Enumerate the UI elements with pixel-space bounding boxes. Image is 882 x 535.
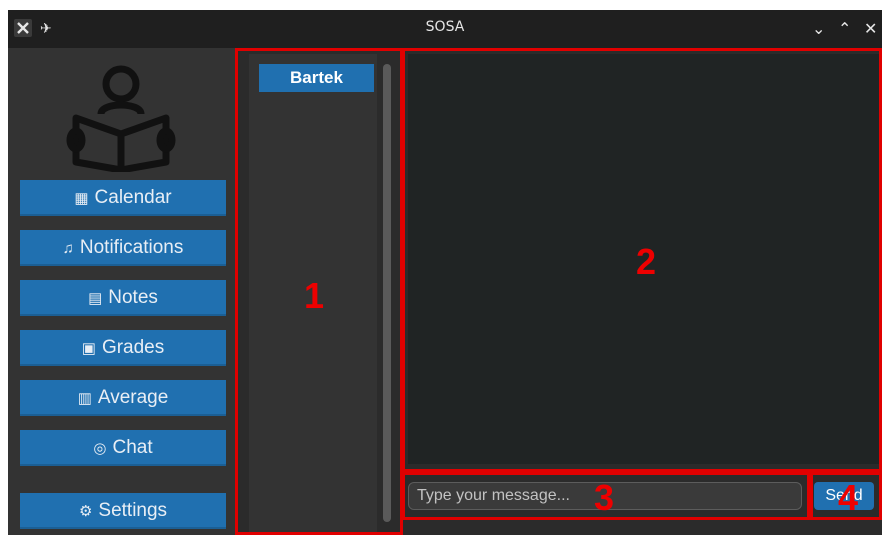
sidebar: ▦ Calendar ♫ Notifications ▤ Notes ▣ Gra… xyxy=(8,48,237,535)
chat-bubbles-icon: ◎ xyxy=(93,440,107,457)
average-label: Average xyxy=(97,387,169,408)
chat-label: Chat xyxy=(112,437,153,458)
average-button[interactable]: ▥ Average xyxy=(20,380,226,416)
annotation-number-4: 4 xyxy=(838,477,859,518)
minimize-icon[interactable]: ⌄ xyxy=(812,19,825,39)
chart-icon: ▥ xyxy=(77,390,92,407)
chat-button[interactable]: ◎ Chat xyxy=(20,430,226,466)
notes-label: Notes xyxy=(108,287,158,308)
notifications-button[interactable]: ♫ Notifications xyxy=(20,230,226,266)
annotation-number-1: 1 xyxy=(304,275,325,316)
app-window: ✈ SOSA ⌄ ⌃ ✕ ▦ Calendar ♫ Notifications … xyxy=(8,10,882,535)
notes-button[interactable]: ▤ Notes xyxy=(20,280,226,316)
notifications-label: Notifications xyxy=(79,237,184,258)
bell-icon: ♫ xyxy=(62,239,74,257)
annotation-number-3: 3 xyxy=(594,477,615,518)
gear-icon: ⚙ xyxy=(78,503,93,520)
settings-button[interactable]: ⚙ Settings xyxy=(20,493,226,529)
close-icon[interactable]: ✕ xyxy=(864,19,877,39)
window-title: SOSA xyxy=(425,19,465,35)
calendar-icon: ▦ xyxy=(74,190,89,207)
calendar-label: Calendar xyxy=(94,187,172,208)
calendar-button[interactable]: ▦ Calendar xyxy=(20,180,226,216)
title-bar: ✈ SOSA ⌄ ⌃ ✕ xyxy=(8,10,882,48)
grades-icon: ▣ xyxy=(81,340,96,357)
grades-button[interactable]: ▣ Grades xyxy=(20,330,226,366)
maximize-icon[interactable]: ⌃ xyxy=(838,19,851,39)
notes-icon: ▤ xyxy=(88,290,103,307)
reading-person-logo-icon xyxy=(66,65,176,172)
annotation-number-2: 2 xyxy=(636,241,657,282)
grades-label: Grades xyxy=(101,337,165,358)
settings-label: Settings xyxy=(98,500,168,521)
